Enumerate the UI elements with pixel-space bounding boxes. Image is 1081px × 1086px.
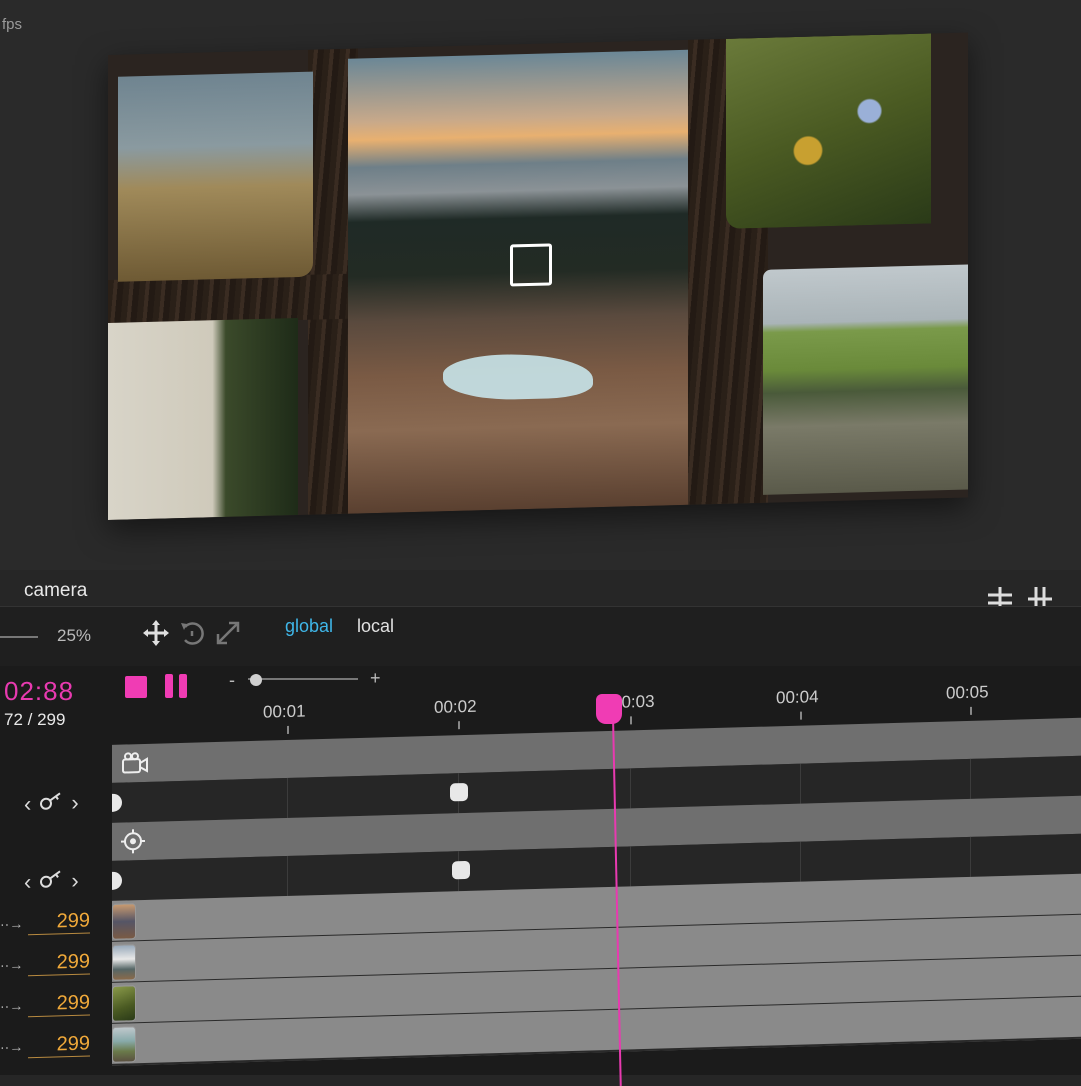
key-icon[interactable] [39,868,63,895]
keyframe[interactable] [112,794,122,812]
chevron-right-icon[interactable]: › [71,790,78,816]
photo-wildflowers[interactable] [726,33,931,228]
arrow-icon: ··→ [0,956,23,973]
ruler-tick [970,707,972,715]
grid-line [287,856,288,896]
grid-line [287,778,288,818]
arrow-icon: ··→ [0,915,23,932]
photo-forest-sky[interactable] [108,318,298,520]
layer-duration[interactable]: 299 [28,991,90,1017]
ruler-tick [630,716,632,724]
ruler-label: 00:02 [434,697,477,718]
photo-green-cliffs[interactable] [763,264,968,494]
keyframe-nav: ‹ › [24,790,79,818]
grid-line [970,837,971,877]
layer-duration[interactable]: 299 [28,909,90,935]
track-area: 00:01 00:02 00:03 00:04 00:05 ‹ [0,636,1081,1075]
chevron-left-icon[interactable]: ‹ [24,791,31,817]
key-icon[interactable] [39,790,63,817]
rotate-icon[interactable] [176,617,208,649]
local-mode-toggle[interactable]: local [357,616,394,637]
camera-video-icon [121,751,149,781]
zoom-track[interactable] [0,636,38,638]
global-mode-toggle[interactable]: global [285,616,333,637]
chevron-right-icon[interactable]: › [71,868,78,894]
layer-thumbnail [112,985,136,1022]
arrow-icon: ··→ [0,1038,23,1055]
fps-label: fps [2,16,22,33]
camera-target-marker[interactable] [510,243,552,286]
keyframe[interactable] [112,872,122,890]
layer-thumbnail [112,944,136,981]
layer-thumbnail [112,1026,136,1063]
move-icon[interactable] [140,617,172,649]
keyframe-nav: ‹ › [24,868,79,896]
timeline-panel: 02:88 72 / 299 - + 00:01 00:02 00:03 00:… [0,666,1081,1075]
keyframe[interactable] [450,783,468,802]
photo-grass-dune[interactable] [118,72,313,282]
grid-line [630,768,631,808]
ruler-tick [287,726,289,734]
layer-duration[interactable]: 299 [28,1032,90,1058]
panel-title: camera [24,580,87,602]
grid-line [970,759,971,799]
chevron-left-icon[interactable]: ‹ [24,869,31,895]
arrow-icon: ··→ [0,997,23,1014]
keyframe[interactable] [452,861,470,880]
grid-line [800,764,801,804]
ruler-label: 00:04 [776,687,819,708]
preview-viewport[interactable]: fps [0,0,1081,570]
layer-thumbnail [112,903,136,940]
scale-icon[interactable] [212,617,244,649]
grid-line [630,846,631,886]
playhead-handle[interactable] [596,694,622,724]
ruler-tick [800,712,802,720]
ruler-label: 00:05 [946,682,989,703]
zoom-value: 25% [57,626,91,646]
layer-duration[interactable]: 299 [28,950,90,976]
ruler-tick [458,721,460,729]
target-icon [120,828,146,860]
grid-line [800,842,801,882]
scene-canvas[interactable] [108,32,968,520]
ruler-label: 00:01 [263,701,306,722]
